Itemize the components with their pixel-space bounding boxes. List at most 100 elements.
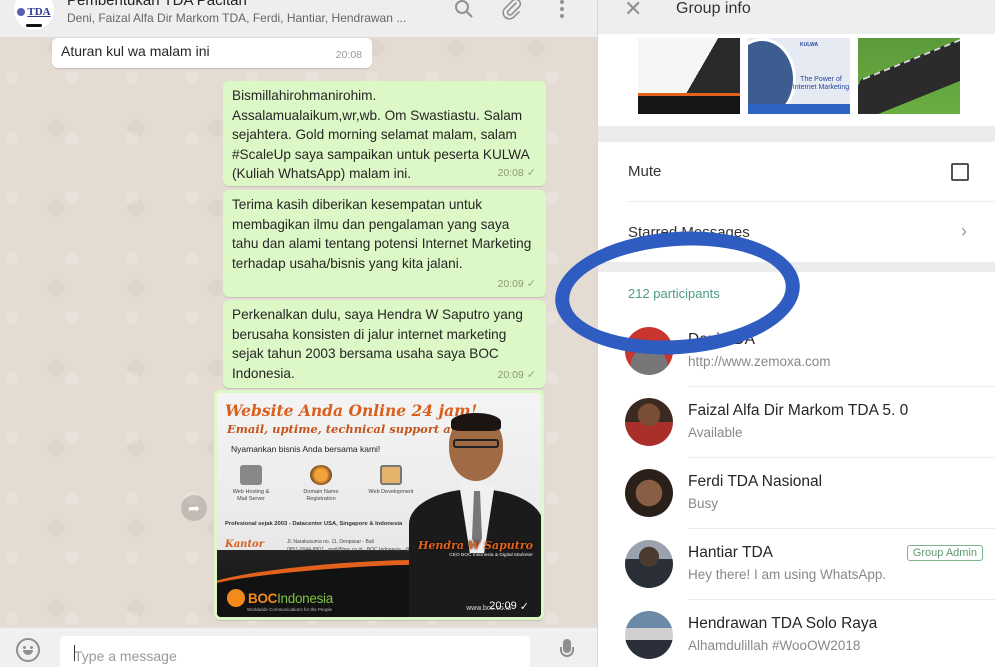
thumb-caption: The Power of Internet Marketing (792, 76, 850, 91)
brand-tagline: Worldwide Communications for the People (247, 607, 332, 612)
time-text: 20:08 (335, 49, 362, 61)
message-outgoing[interactable]: Bismillahirohmanirohim. Assalamualaikum,… (223, 81, 546, 186)
mic-stem (560, 647, 574, 657)
person-photo (401, 411, 541, 617)
globe-www-icon (310, 465, 332, 485)
participant-avatar (625, 540, 673, 588)
participant-item[interactable]: Hendrawan TDA Solo Raya Alhamdulillah #W… (598, 600, 995, 667)
service-hosting: Web Hosting & Mail Server (227, 465, 275, 503)
paperclip-icon[interactable] (500, 0, 524, 21)
chat-members-subtitle: Deni, Faizal Alfa Dir Markom TDA, Ferdi,… (67, 11, 407, 25)
media-gallery: KULWA The Power of Internet Marketing (598, 34, 995, 126)
participant-name: Deni TDA (688, 331, 755, 348)
message-outgoing[interactable]: Terima kasih diberikan kesempatan untuk … (223, 190, 546, 297)
brand-name: BOCIndonesia (248, 591, 333, 606)
sent-check-icon: ✓ (519, 601, 529, 613)
chevron-right-icon: › (961, 221, 967, 241)
menu-dots-icon[interactable] (550, 0, 574, 21)
media-thumb-kulwa[interactable]: KULWA The Power of Internet Marketing (748, 38, 850, 114)
participant-status: Busy (688, 496, 719, 511)
media-thumb-road-carpet[interactable] (858, 38, 960, 114)
chat-pane: TDA Pembentukan TDA Pacitan Deni, Faizal… (0, 0, 598, 667)
search-icon[interactable] (452, 0, 476, 21)
message-text: Aturan kul wa malam ini (61, 43, 210, 59)
forward-icon[interactable]: ➦ (181, 495, 207, 521)
participant-status: http://www.zemoxa.com (688, 354, 831, 369)
time-text: 20:09 (497, 368, 524, 381)
participant-item[interactable]: Hantiar TDA Hey there! I am using WhatsA… (598, 529, 995, 600)
microphone-icon[interactable] (560, 639, 574, 663)
group-settings: Mute Starred Messages › (598, 142, 995, 262)
mute-row[interactable]: Mute (628, 142, 995, 202)
participant-avatar (625, 469, 673, 517)
sent-check-icon: ✓ (526, 368, 536, 381)
chat-title: Pembentukan TDA Pacitan (67, 0, 247, 9)
brand-text: BOC (248, 590, 278, 606)
message-time: 20:08 (336, 46, 362, 65)
participant-avatar (625, 398, 673, 446)
message-input[interactable] (60, 636, 530, 667)
banner-services: Web Hosting & Mail Server Domain Name Re… (227, 465, 415, 503)
message-text: Terima kasih diberikan kesempatan untuk … (232, 197, 532, 271)
message-text: Bismillahirohmanirohim. Assalamualaikum,… (232, 88, 529, 181)
starred-messages-label: Starred Messages (628, 223, 750, 241)
sent-check-icon: ✓ (526, 166, 536, 179)
group-avatar[interactable]: TDA (14, 0, 54, 30)
emoji-icon[interactable] (16, 638, 40, 662)
participant-item[interactable]: Deni TDA http://www.zemoxa.com (598, 316, 995, 387)
group-info-header: ✕ Group info (598, 0, 995, 34)
whatsapp-web-app: TDA Pembentukan TDA Pacitan Deni, Faizal… (0, 0, 995, 667)
banner-person-name: Hendra W Saputro (418, 539, 533, 552)
message-time: 20:09 ✓ (498, 275, 537, 295)
participant-item[interactable]: Faizal Alfa Dir Markom TDA 5. 0 Availabl… (598, 387, 995, 458)
group-logo-text: TDA (27, 6, 51, 18)
participant-status: Hey there! I am using WhatsApp. (688, 567, 887, 582)
boc-banner-image[interactable]: Website Anda Online 24 jam! Email, uptim… (217, 393, 541, 617)
participants-section: 212 participants Deni TDA http://www.zem… (598, 272, 995, 667)
participant-avatar (625, 327, 673, 375)
mute-checkbox[interactable] (951, 163, 969, 181)
group-info-title: Group info (676, 0, 751, 17)
banner-person-title: CEO BOC Indonesia & Digital Marketer (449, 553, 533, 558)
message-text: Perkenalkan dulu, saya Hendra W Saputro … (232, 307, 523, 381)
banner-tagline: Nyamankan bisnis Anda bersama kami! (231, 444, 381, 454)
group-admin-badge: Group Admin (906, 545, 983, 561)
service-domain: Domain Name Registration (297, 465, 345, 503)
tda-globe-icon (17, 8, 26, 16)
message-outgoing[interactable]: Perkenalkan dulu, saya Hendra W Saputro … (223, 300, 546, 388)
participants-count: 212 participants (628, 286, 720, 301)
logo-bar (26, 24, 42, 27)
participant-item[interactable]: Ferdi TDA Nasional Busy (598, 458, 995, 529)
participant-avatar (625, 611, 673, 659)
browser-window-icon (380, 465, 402, 485)
participant-name: Ferdi TDA Nasional (688, 473, 823, 490)
close-icon[interactable]: ✕ (624, 0, 644, 20)
media-thumb-boc-banner[interactable] (638, 38, 740, 114)
server-icon (240, 465, 262, 485)
time-text: 20:08 (497, 166, 524, 179)
group-info-panel: ✕ Group info KULWA The Power of Internet… (598, 0, 995, 667)
service-label: Domain Name Registration (303, 489, 339, 502)
brand-suffix: Indonesia (277, 590, 333, 606)
chat-header[interactable]: TDA Pembentukan TDA Pacitan Deni, Faizal… (0, 0, 597, 38)
orange-logo-icon (227, 589, 245, 607)
person-hair (451, 413, 501, 431)
image-message-time: 20:09 ✓ (489, 600, 529, 613)
participant-name: Faizal Alfa Dir Markom TDA 5. 0 (688, 402, 909, 419)
image-message[interactable]: Website Anda Online 24 jam! Email, uptim… (214, 390, 544, 620)
participant-name: Hantiar TDA (688, 544, 773, 561)
participant-name: Hendrawan TDA Solo Raya (688, 615, 878, 632)
starred-messages-row[interactable]: Starred Messages › (628, 202, 995, 262)
service-label: Web Hosting & Mail Server (232, 489, 270, 502)
message-incoming[interactable]: Aturan kul wa malam ini 20:08 (52, 38, 372, 68)
banner-professional-line: Profesional sejak 2003 - Datacenter USA,… (225, 521, 403, 527)
message-time: 20:09 ✓ (498, 366, 537, 386)
participant-status: Available (688, 425, 743, 440)
thumb-title: KULWA (800, 42, 819, 48)
participant-status: Alhamdulillah #WooOW2018 (688, 638, 861, 653)
message-composer (0, 627, 597, 667)
banner-office-label: Kantor (225, 539, 264, 550)
text-caret (74, 645, 75, 661)
message-time: 20:08 ✓ (498, 164, 537, 184)
mute-label: Mute (628, 163, 662, 180)
